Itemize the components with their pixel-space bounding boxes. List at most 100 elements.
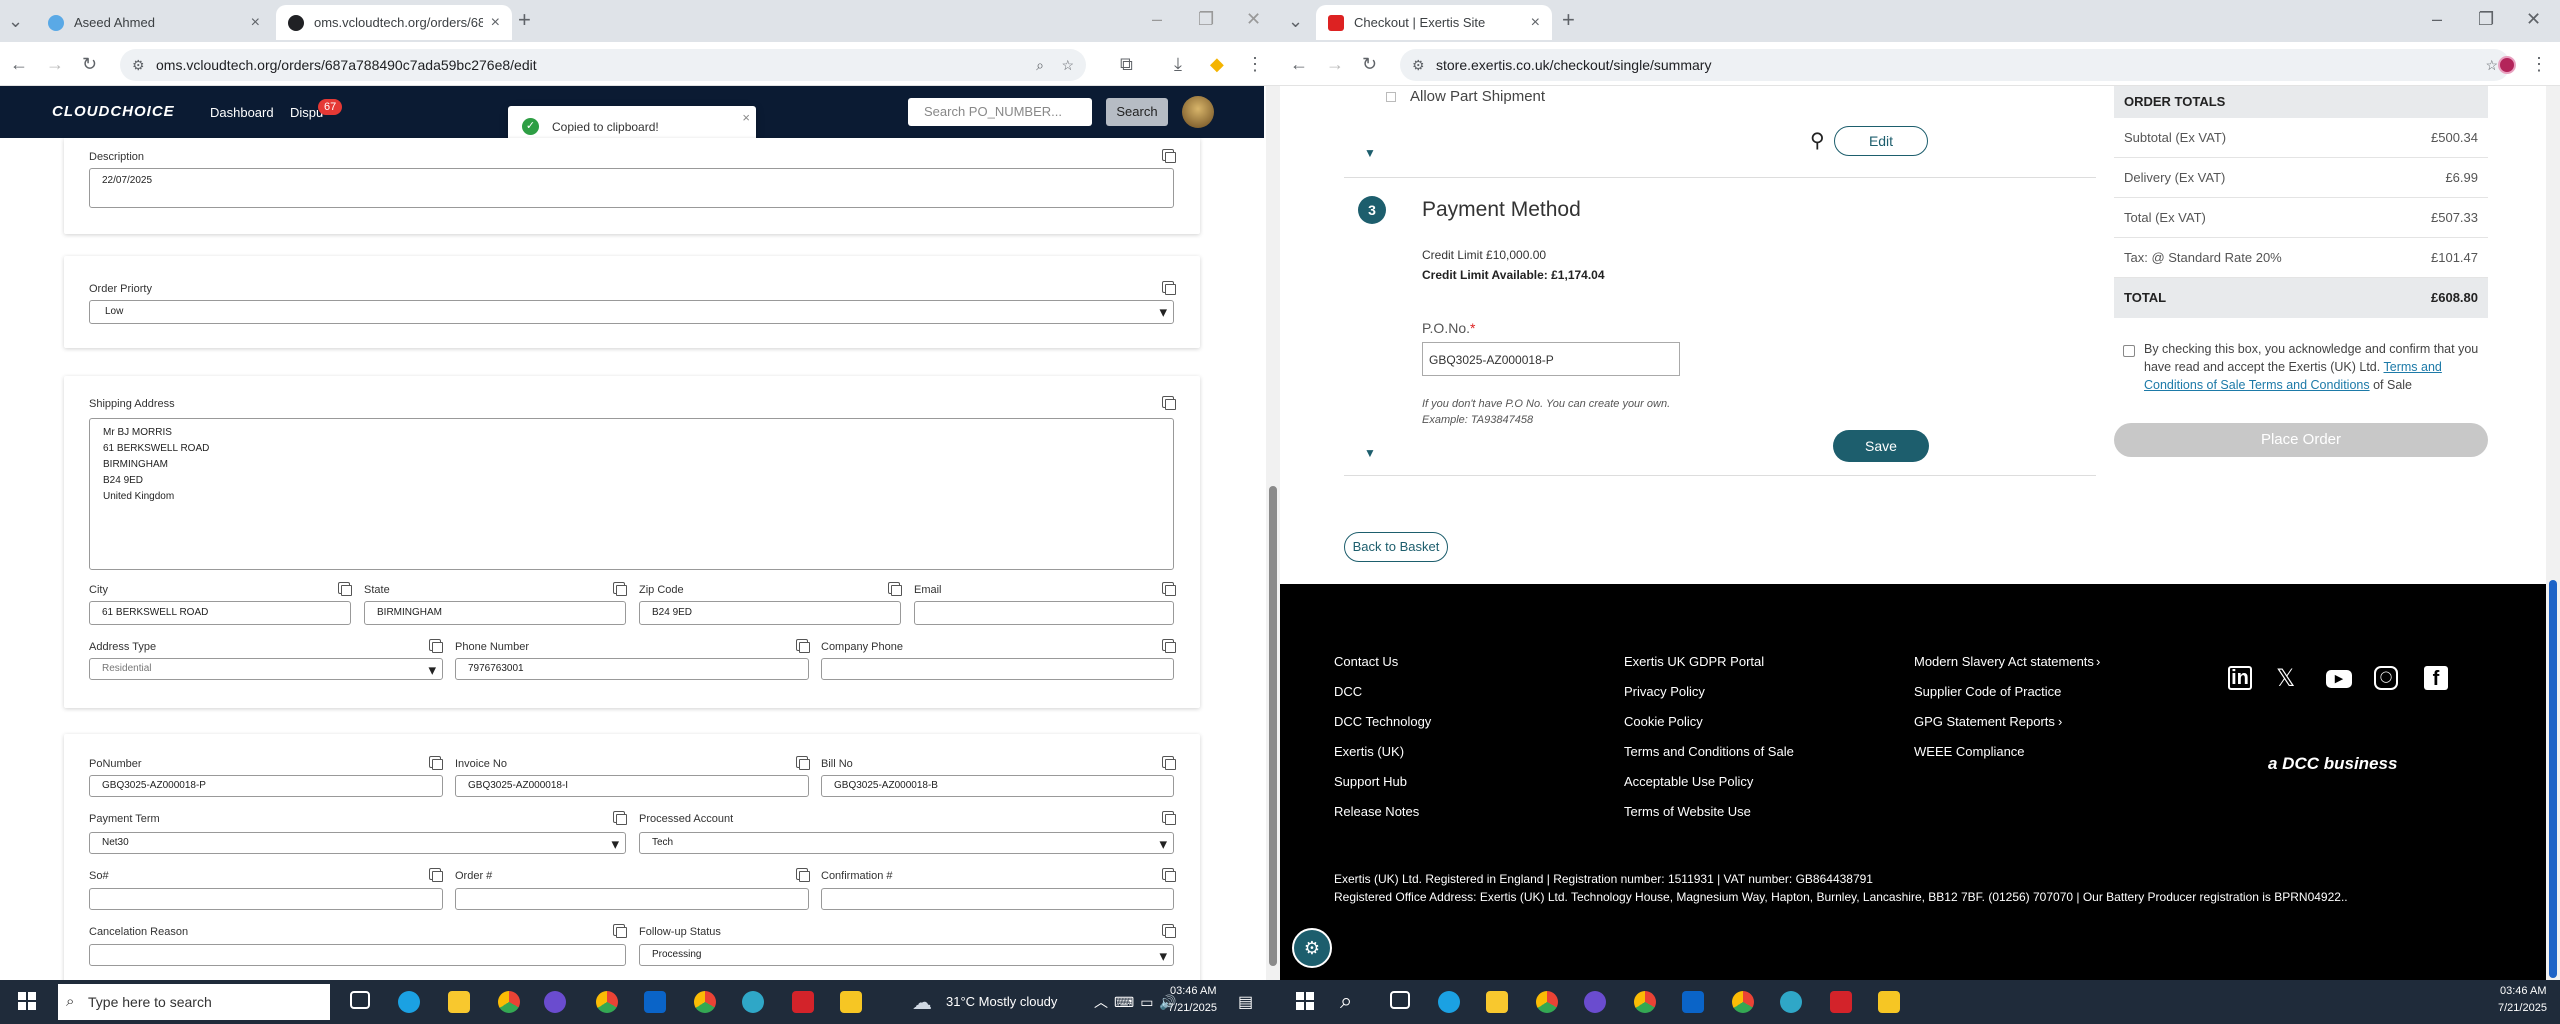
scrollbar[interactable] — [2546, 86, 2560, 980]
app-logo[interactable]: CLOUDCHOICE — [52, 103, 175, 120]
maximize-icon[interactable]: ❐ — [2478, 8, 2494, 30]
clock-date[interactable]: 7/21/2025 — [1168, 1002, 1217, 1014]
minimize-icon[interactable]: – — [2432, 8, 2442, 30]
scrollbar-thumb[interactable] — [1269, 486, 1277, 966]
footer-link[interactable]: Modern Slavery Act statements — [1914, 654, 2094, 669]
invoice-input[interactable]: GBQ3025-AZ000018-I — [455, 775, 809, 797]
file-explorer-icon[interactable] — [448, 991, 470, 1013]
nav-dashboard[interactable]: Dashboard — [210, 105, 274, 120]
maximize-icon[interactable]: ❐ — [1198, 8, 1214, 30]
footer-link[interactable]: DCC — [1334, 684, 1362, 699]
tab-list-icon[interactable]: ⌄ — [8, 10, 23, 32]
avatar[interactable] — [1182, 96, 1214, 128]
reload-icon[interactable]: ↻ — [82, 53, 97, 75]
po-number-input[interactable]: GBQ3025-AZ000018-P — [89, 775, 443, 797]
forward-icon[interactable]: → — [46, 53, 64, 75]
chrome-icon[interactable] — [596, 991, 618, 1013]
state-input[interactable]: BIRMINGHAM — [364, 601, 626, 625]
toast-close-icon[interactable]: × — [742, 110, 750, 125]
chrome-icon[interactable] — [1634, 991, 1656, 1013]
edge-icon[interactable] — [398, 991, 420, 1013]
extension-badge-icon[interactable]: ◆ — [1210, 53, 1224, 75]
menu-icon[interactable]: ⋮ — [2530, 53, 2548, 75]
address-type-select[interactable]: Residential — [89, 658, 443, 680]
close-tab-icon[interactable]: × — [1531, 14, 1540, 32]
search-icon[interactable]: ⌕ — [1340, 988, 1352, 1014]
address-bar[interactable]: ⚙ oms.vcloudtech.org/orders/687a788490c7… — [120, 49, 1086, 81]
profile-avatar[interactable] — [2498, 56, 2516, 74]
address-bar[interactable]: ⚙ store.exertis.co.uk/checkout/single/su… — [1400, 49, 2510, 81]
outlook-icon[interactable] — [1682, 991, 1704, 1013]
clock-time[interactable]: 03:46 AM — [1170, 985, 1216, 997]
site-info-icon[interactable]: ⚙ — [1412, 49, 1425, 81]
priority-select[interactable]: Low — [89, 300, 1174, 324]
chrome-icon[interactable] — [1536, 991, 1558, 1013]
clock-time[interactable]: 03:46 AM — [2500, 985, 2546, 997]
copy-icon[interactable] — [613, 811, 627, 825]
scrollbar-thumb[interactable] — [2549, 580, 2557, 978]
footer-link[interactable]: WEEE Compliance — [1914, 744, 2025, 759]
phone-input[interactable]: 7976763001 — [455, 658, 809, 680]
footer-link[interactable]: Privacy Policy — [1624, 684, 1705, 699]
copy-icon[interactable] — [429, 868, 443, 882]
copy-icon[interactable] — [796, 756, 810, 770]
acrobat-icon[interactable] — [1830, 991, 1852, 1013]
edit-button[interactable]: Edit — [1834, 126, 1928, 156]
edge-icon[interactable] — [1438, 991, 1460, 1013]
file-explorer-icon[interactable] — [1486, 991, 1508, 1013]
scrollbar[interactable] — [1266, 86, 1280, 980]
footer-link[interactable]: Terms of Website Use — [1624, 804, 1751, 819]
allow-part-checkbox[interactable] — [1386, 92, 1396, 102]
minimize-icon[interactable]: – — [1152, 8, 1162, 30]
copy-icon[interactable] — [1162, 281, 1176, 295]
cookie-settings-icon[interactable]: ⚙ — [1292, 928, 1332, 968]
terms-checkbox[interactable] — [2123, 345, 2135, 357]
cancel-reason-input[interactable] — [89, 944, 626, 966]
outlook-icon[interactable] — [644, 991, 666, 1013]
footer-link[interactable]: GPG Statement Reports — [1914, 714, 2055, 729]
chrome-active-icon[interactable] — [1732, 991, 1754, 1013]
instagram-icon[interactable]: ◯ — [2374, 666, 2398, 690]
zoom-icon[interactable]: ⌕ — [1036, 49, 1044, 81]
copy-icon[interactable] — [429, 756, 443, 770]
copy-icon[interactable] — [1162, 639, 1176, 653]
city-input[interactable]: 61 BERKSWELL ROAD — [89, 601, 351, 625]
notification-icon[interactable]: ▤ — [1238, 992, 1253, 1012]
footer-link[interactable]: Terms and Conditions of Sale — [1624, 744, 1794, 759]
windows-start-icon[interactable] — [18, 992, 36, 1010]
company-phone-input[interactable] — [821, 658, 1174, 680]
site-info-icon[interactable]: ⚙ — [132, 49, 145, 81]
po-search-input[interactable]: Search PO_NUMBER... — [908, 98, 1092, 126]
x-twitter-icon[interactable]: 𝕏 — [2276, 664, 2295, 693]
menu-icon[interactable]: ⋮ — [1246, 53, 1264, 75]
copy-icon[interactable] — [1162, 582, 1176, 596]
collapse-arrow-icon[interactable]: ▼ — [1364, 446, 1376, 460]
place-order-button[interactable]: Place Order — [2114, 423, 2488, 457]
collapse-arrow-icon[interactable]: ▼ — [1364, 146, 1376, 160]
chrome-icon[interactable] — [498, 991, 520, 1013]
zoom-app-icon[interactable] — [1584, 991, 1606, 1013]
close-tab-icon[interactable]: × — [251, 14, 260, 32]
copy-icon[interactable] — [338, 582, 352, 596]
sticky-notes-icon[interactable] — [1878, 991, 1900, 1013]
copy-icon[interactable] — [1162, 811, 1176, 825]
followup-select[interactable]: Processing — [639, 944, 1174, 966]
footer-link[interactable]: Contact Us — [1334, 654, 1398, 669]
footer-link[interactable]: Support Hub — [1334, 774, 1407, 789]
copy-icon[interactable] — [1162, 756, 1176, 770]
reload-icon[interactable]: ↻ — [1362, 53, 1377, 75]
back-icon[interactable]: ← — [10, 53, 28, 75]
app-icon[interactable] — [742, 991, 764, 1013]
forward-icon[interactable]: → — [1326, 53, 1344, 75]
new-tab-icon[interactable]: + — [518, 9, 531, 31]
extensions-icon[interactable]: ⧉ — [1120, 53, 1133, 75]
footer-link[interactable]: Supplier Code of Practice — [1914, 684, 2061, 699]
bookmark-star-icon[interactable]: ☆ — [1061, 49, 1074, 81]
new-tab-icon[interactable]: + — [1562, 9, 1575, 31]
zoom-app-icon[interactable] — [544, 991, 566, 1013]
copy-icon[interactable] — [613, 582, 627, 596]
copy-icon[interactable] — [1162, 149, 1176, 163]
back-icon[interactable]: ← — [1290, 53, 1308, 75]
search-button[interactable]: Search — [1106, 98, 1168, 126]
tab-oms[interactable]: oms.vcloudtech.org/orders/687 × — [276, 5, 512, 40]
